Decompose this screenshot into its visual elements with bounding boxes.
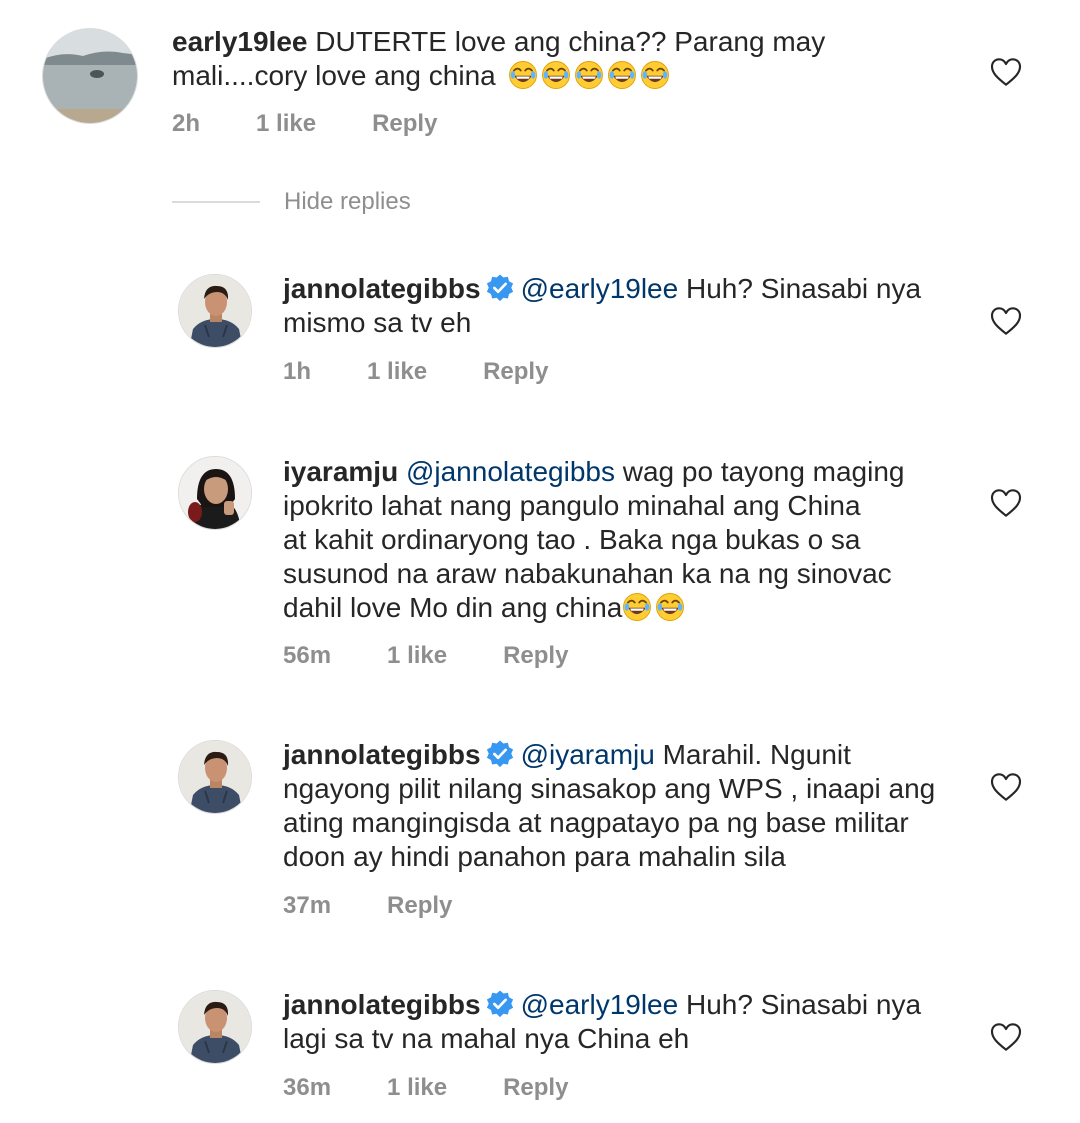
verified-badge-icon <box>485 739 515 769</box>
like-count[interactable]: 1 like <box>256 110 316 138</box>
avatar[interactable] <box>178 990 252 1064</box>
comment-text: jannolategibbs @early19lee Huh? Sinasabi … <box>283 272 963 340</box>
avatar[interactable] <box>178 740 252 814</box>
comment-line: mismo sa tv eh <box>283 307 472 338</box>
hide-replies-label[interactable]: Hide replies <box>284 188 411 216</box>
verified-badge-icon <box>485 989 515 1019</box>
comment-line: susunod na araw nabakunahan ka na ng sin… <box>283 558 892 589</box>
man-hoodie-photo-icon <box>179 275 252 348</box>
comment-line: Marahil. Ngunit <box>654 739 851 770</box>
laughing-tears-icon <box>508 60 538 90</box>
mention-link[interactable]: @early19lee <box>521 273 679 304</box>
username[interactable]: jannolategibbs <box>283 273 481 304</box>
emoji-group <box>508 60 673 91</box>
like-count[interactable]: 1 like <box>387 642 447 670</box>
comment-text: iyaramju @jannolategibbs wag po tayong m… <box>283 455 973 625</box>
timestamp: 36m <box>283 1074 332 1101</box>
comment-meta: 2h 1 like Reply <box>172 110 493 138</box>
comment-text: jannolategibbs @early19lee Huh? Sinasabi … <box>283 988 973 1056</box>
timestamp: 56m <box>283 642 332 669</box>
avatar[interactable] <box>42 28 138 124</box>
comment-line: at kahit ordinaryong tao . Baka nga buka… <box>283 524 861 555</box>
comment-line: Huh? Sinasabi nya <box>678 273 922 304</box>
like-heart-icon[interactable] <box>990 772 1022 802</box>
comment-line: ipokrito lahat nang pangulo minahal ang … <box>283 490 861 521</box>
mention-link[interactable]: @jannolategibbs <box>406 456 615 487</box>
like-heart-icon[interactable] <box>990 488 1022 518</box>
comment-line: mali....cory love ang china <box>172 60 496 91</box>
mention-link[interactable]: @iyaramju <box>521 739 655 770</box>
username[interactable]: early19lee <box>172 26 307 57</box>
comment-meta: 36m 1 like Reply <box>283 1074 624 1102</box>
comment-line: wag po tayong maging <box>614 456 905 487</box>
comment-text: early19lee DUTERTE love ang china?? Para… <box>172 25 952 93</box>
reply-button[interactable]: Reply <box>387 892 452 920</box>
hide-replies-toggle[interactable]: Hide replies <box>172 188 411 216</box>
reply-button[interactable]: Reply <box>483 358 548 386</box>
woman-photo-icon <box>179 457 252 530</box>
man-hoodie-photo-icon <box>179 991 252 1064</box>
like-heart-icon[interactable] <box>990 57 1022 87</box>
laughing-tears-icon <box>622 592 652 622</box>
emoji-group <box>622 592 688 623</box>
reply-button[interactable]: Reply <box>372 110 437 138</box>
laughing-tears-icon <box>541 60 571 90</box>
username[interactable]: jannolategibbs <box>283 989 481 1020</box>
avatar[interactable] <box>178 456 252 530</box>
divider <box>172 201 260 203</box>
timestamp: 1h <box>283 358 312 385</box>
laughing-tears-icon <box>640 60 670 90</box>
like-count[interactable]: 1 like <box>387 1074 447 1102</box>
comment-text: jannolategibbs @iyaramju Marahil. Ngunit … <box>283 738 973 874</box>
like-count[interactable]: 1 like <box>367 358 427 386</box>
reply-button[interactable]: Reply <box>503 1074 568 1102</box>
laughing-tears-icon <box>655 592 685 622</box>
beach-photo-icon <box>43 29 138 124</box>
laughing-tears-icon <box>574 60 604 90</box>
comment-line: ngayong pilit nilang sinasakop ang WPS ,… <box>283 773 936 804</box>
mention-link[interactable]: @early19lee <box>521 989 679 1020</box>
username[interactable]: iyaramju <box>283 456 398 487</box>
comment-line: Huh? Sinasabi nya <box>678 989 922 1020</box>
timestamp: 37m <box>283 892 332 919</box>
comment-line: dahil love Mo din ang china <box>283 592 623 623</box>
like-heart-icon[interactable] <box>990 1022 1022 1052</box>
username[interactable]: jannolategibbs <box>283 739 481 770</box>
comment-meta: 56m 1 like Reply <box>283 642 624 670</box>
comment-meta: 37m Reply <box>283 892 508 920</box>
comment-line: ating mangingisda at nagpatayo pa ng bas… <box>283 807 909 838</box>
comment-meta: 1h 1 like Reply <box>283 358 604 386</box>
like-heart-icon[interactable] <box>990 306 1022 336</box>
verified-badge-icon <box>485 273 515 303</box>
timestamp: 2h <box>172 110 201 137</box>
comment-line: doon ay hindi panahon para mahalin sila <box>283 841 786 872</box>
comment-line: DUTERTE love ang china?? Parang may <box>315 26 826 57</box>
reply-button[interactable]: Reply <box>503 642 568 670</box>
man-hoodie-photo-icon <box>179 741 252 814</box>
comment-line: lagi sa tv na mahal nya China eh <box>283 1023 690 1054</box>
avatar[interactable] <box>178 274 252 348</box>
laughing-tears-icon <box>607 60 637 90</box>
